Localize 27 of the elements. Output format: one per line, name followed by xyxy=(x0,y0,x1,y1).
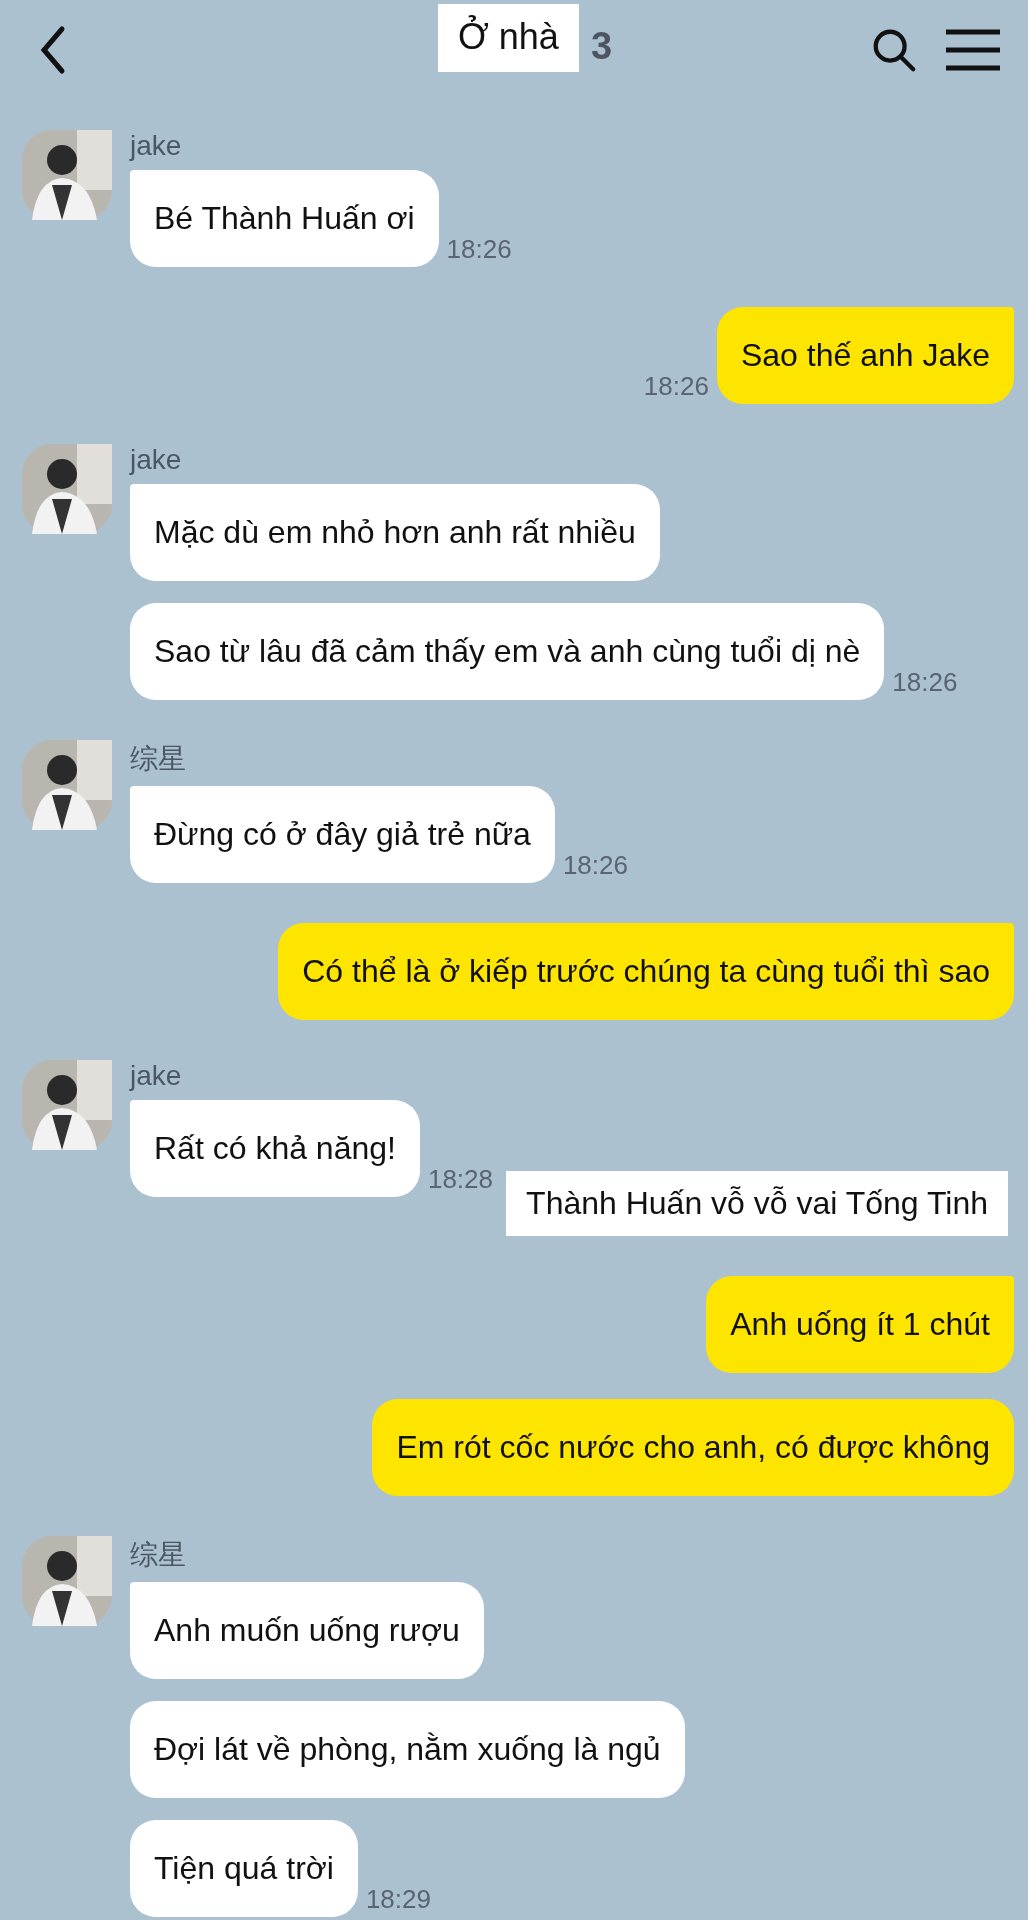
message-time: 18:26 xyxy=(446,234,512,265)
message-bubble: Mặc dù em nhỏ hơn anh rất nhiều xyxy=(130,484,660,581)
message-bubble: Sao từ lâu đã cảm thấy em và anh cùng tuổi dị nè xyxy=(130,603,885,700)
message-bubble: Tiện quá trời xyxy=(130,1820,358,1917)
sender-name: 综星 xyxy=(130,742,187,776)
message-bubble: Anh uống ít 1 chút xyxy=(706,1276,1014,1373)
message-bubble: Anh muốn uống rượu xyxy=(130,1582,484,1679)
sender-name: jake xyxy=(130,444,183,476)
message-bubble: Có thể là ở kiếp trước chúng ta cùng tuổi thì sao xyxy=(278,923,1014,1020)
message-bubble: Em rót cốc nước cho anh, có được không xyxy=(372,1399,1014,1496)
message-time: 18:29 xyxy=(365,1884,431,1915)
message-bubble: Đừng có ở đây giả trẻ nữa xyxy=(130,786,555,883)
chat-title: Ở nhà xyxy=(437,4,579,72)
sender-name: jake xyxy=(130,130,183,162)
narration-caption: Thành Huấn vỗ vỗ vai Tống Tinh xyxy=(506,1171,1008,1236)
message-time: 18:28 xyxy=(427,1164,493,1195)
menu-icon[interactable] xyxy=(946,28,1000,72)
message-time: 18:26 xyxy=(892,667,958,698)
message-bubble: Bé Thành Huấn ơi xyxy=(130,170,439,267)
member-count: 3 xyxy=(590,24,613,68)
message-bubble: Sao thế anh Jake xyxy=(716,307,1014,404)
message-bubble: Rất có khả năng! xyxy=(130,1100,420,1197)
message-bubble: Đợi lát về phòng, nằm xuống là ngủ xyxy=(130,1701,685,1798)
sender-name: 综星 xyxy=(130,1538,187,1572)
message-time: 18:26 xyxy=(643,371,709,402)
sender-name: jake xyxy=(130,1060,183,1092)
message-time: 18:26 xyxy=(562,850,628,881)
